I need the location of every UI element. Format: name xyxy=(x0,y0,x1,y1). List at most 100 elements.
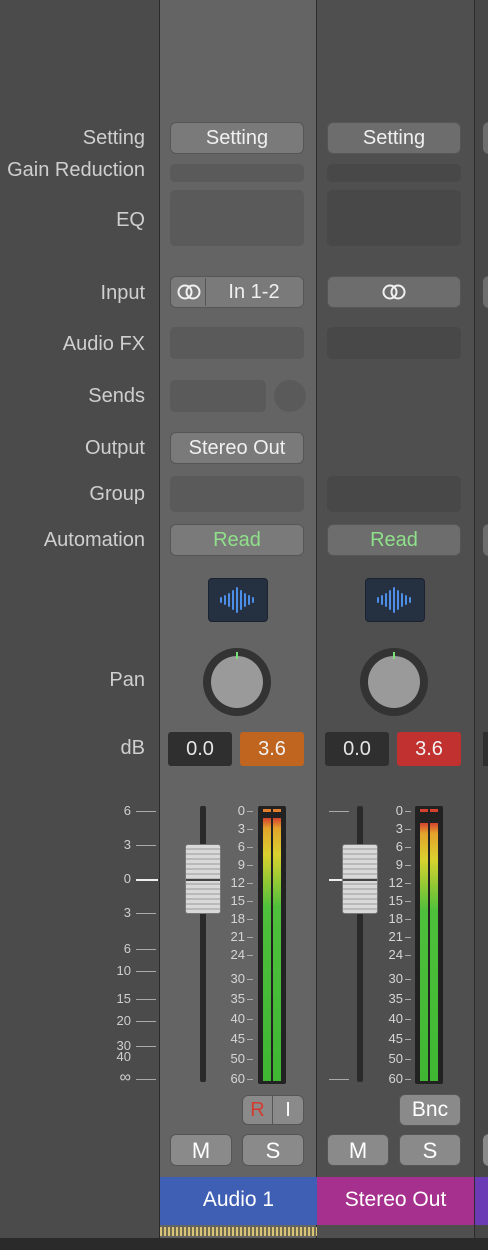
meter-scale-label: 15 xyxy=(230,893,245,908)
mute-button[interactable]: M xyxy=(327,1134,389,1166)
setting-button[interactable] xyxy=(483,122,488,154)
meter-scale-tick xyxy=(247,901,253,902)
scale-tick xyxy=(136,1046,156,1047)
automation-label: Automation xyxy=(43,529,145,551)
meter-scale-label: 35 xyxy=(230,991,245,1006)
fader-scale-label: 0 xyxy=(123,871,131,886)
pan-knob[interactable] xyxy=(200,645,274,719)
meter-scale-label: 30 xyxy=(388,971,403,986)
setting-button[interactable]: Setting xyxy=(327,122,461,154)
peak-level-readout[interactable]: 3.6 xyxy=(240,732,304,766)
scale-tick xyxy=(136,879,158,881)
track-name[interactable] xyxy=(475,1177,488,1225)
input-monitor-button[interactable]: I xyxy=(273,1096,303,1124)
meter-scale-label: 6 xyxy=(395,839,403,854)
bounce-button[interactable]: Bnc xyxy=(399,1094,461,1126)
stereo-link-icon xyxy=(382,284,406,300)
audio-waveform-icon[interactable] xyxy=(365,578,425,622)
volume-readout[interactable] xyxy=(483,732,488,766)
meter-scale-label: 21 xyxy=(230,929,245,944)
meter-scale-label: 18 xyxy=(230,911,245,926)
automation-mode-button[interactable]: Read xyxy=(327,524,461,556)
group-slot[interactable] xyxy=(170,476,304,512)
meter-scale-label: 6 xyxy=(237,839,245,854)
meter-scale-tick xyxy=(405,883,411,884)
meter-scale-tick xyxy=(247,829,253,830)
meter-scale-label: 40 xyxy=(388,1011,403,1026)
volume-readout[interactable]: 0.0 xyxy=(168,732,232,766)
scale-tick xyxy=(136,949,156,950)
track-name[interactable]: Audio 1 xyxy=(160,1177,317,1225)
volume-readout[interactable]: 0.0 xyxy=(325,732,389,766)
input-value: In 1-2 xyxy=(228,281,280,303)
fader-scale-label: 20 xyxy=(116,1013,131,1028)
pan-knob[interactable] xyxy=(357,645,431,719)
meter-scale-tick xyxy=(247,979,253,980)
send-slot[interactable] xyxy=(170,380,266,412)
automation-mode-button[interactable]: Read xyxy=(170,524,304,556)
stereo-link-button[interactable] xyxy=(327,276,461,308)
group-slot[interactable] xyxy=(327,476,461,512)
scale-tick xyxy=(136,1021,156,1022)
channel-strip-partial xyxy=(475,0,488,1250)
peak-level-readout[interactable]: 3.6 xyxy=(397,732,461,766)
fader-scale-label: 6 xyxy=(123,803,131,818)
fader-scale-label: ∞ xyxy=(119,1069,131,1086)
meter-scale-tick xyxy=(247,1079,253,1080)
meter-scale-tick xyxy=(405,1039,411,1040)
fader-scale-label: 15 xyxy=(116,991,131,1006)
meter-scale-tick xyxy=(405,901,411,902)
audio-waveform-icon[interactable] xyxy=(208,578,268,622)
audio-fx-slot[interactable] xyxy=(170,327,304,359)
meter-scale-label: 0 xyxy=(237,803,245,818)
solo-button[interactable]: S xyxy=(242,1134,304,1166)
meter-scale-label: 12 xyxy=(388,875,403,890)
meter-scale-tick xyxy=(247,919,253,920)
row-label-column: Setting Gain Reduction EQ Input Audio FX… xyxy=(0,0,159,1250)
output-button[interactable]: Stereo Out xyxy=(170,432,304,464)
meter-scale-label: 0 xyxy=(395,803,403,818)
stereo-link-icon[interactable] xyxy=(172,278,206,306)
meter-scale-label: 15 xyxy=(388,893,403,908)
setting-button[interactable]: Setting xyxy=(170,122,304,154)
input-slot[interactable] xyxy=(483,276,488,308)
eq-slot[interactable] xyxy=(170,190,304,246)
meter-scale-label: 3 xyxy=(395,821,403,836)
group-label: Group xyxy=(89,483,145,505)
meter-scale-tick xyxy=(247,1059,253,1060)
meter-scale-label: 9 xyxy=(395,857,403,872)
audio-fx-label: Audio FX xyxy=(62,333,145,355)
meter-scale-tick xyxy=(247,937,253,938)
volume-fader-handle[interactable] xyxy=(342,844,378,914)
scale-tick xyxy=(136,811,156,812)
meter-scale-tick xyxy=(405,865,411,866)
setting-label: Setting xyxy=(82,127,145,149)
fader-scale-label: 3 xyxy=(123,837,131,852)
meter-scale-label: 24 xyxy=(388,947,403,962)
audio-fx-slot[interactable] xyxy=(327,327,461,359)
meter-scale-tick xyxy=(405,919,411,920)
volume-fader-handle[interactable] xyxy=(185,844,221,914)
fader-scale-label: 40 xyxy=(116,1049,131,1064)
send-level-knob[interactable] xyxy=(274,380,306,412)
record-enable-button[interactable]: R xyxy=(243,1096,273,1124)
automation-mode-button[interactable] xyxy=(483,524,488,556)
scale-tick xyxy=(329,1079,349,1080)
meter-scale-tick xyxy=(405,811,411,812)
scale-tick xyxy=(329,811,349,812)
pan-label: Pan xyxy=(109,669,145,691)
record-input-buttons: RI xyxy=(242,1095,304,1125)
meter-scale-tick xyxy=(405,1059,411,1060)
mute-button[interactable] xyxy=(483,1134,488,1166)
solo-button[interactable]: S xyxy=(399,1134,461,1166)
scale-tick xyxy=(136,845,156,846)
meter-scale-label: 35 xyxy=(388,991,403,1006)
meter-scale-label: 40 xyxy=(230,1011,245,1026)
mute-button[interactable]: M xyxy=(170,1134,232,1166)
meter-scale-label: 45 xyxy=(230,1031,245,1046)
meter-scale-label: 9 xyxy=(237,857,245,872)
track-name[interactable]: Stereo Out xyxy=(317,1177,474,1225)
eq-slot[interactable] xyxy=(327,190,461,246)
meter-scale-tick xyxy=(405,1019,411,1020)
meter-scale-tick xyxy=(247,999,253,1000)
